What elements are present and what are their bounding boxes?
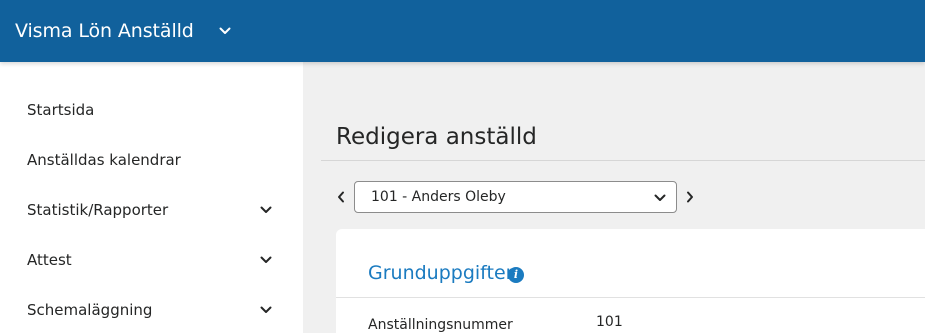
- chevron-down-icon[interactable]: [259, 303, 273, 317]
- field-value-anstallningsnummer: 101: [596, 314, 623, 330]
- chevron-down-icon: [653, 191, 667, 205]
- main-content: Redigera anställd 101 - Anders Oleby Gru…: [303, 62, 925, 333]
- app-title: Visma Lön Anställd: [15, 20, 194, 42]
- employee-select-value: 101 - Anders Oleby: [371, 189, 506, 205]
- sidebar-item-statistik-rapporter[interactable]: Statistik/Rapporter: [0, 185, 303, 235]
- page-title: Redigera anställd: [336, 124, 537, 150]
- app-switcher-chevron-down-icon[interactable]: [218, 24, 232, 38]
- chevron-down-icon[interactable]: [259, 203, 273, 217]
- sidebar-item-label: Startsida: [27, 101, 95, 119]
- sidebar-item-schemalaggning[interactable]: Schemaläggning: [0, 285, 303, 333]
- section-divider: [336, 297, 925, 298]
- previous-employee-chevron-left-icon[interactable]: [334, 188, 348, 206]
- chevron-down-icon[interactable]: [259, 253, 273, 267]
- sidebar-item-label: Anställdas kalendrar: [27, 151, 181, 169]
- employee-select[interactable]: 101 - Anders Oleby: [354, 181, 677, 213]
- top-header-bar: Visma Lön Anställd: [0, 0, 925, 62]
- sidebar-nav: Startsida Anställdas kalendrar Statistik…: [0, 62, 303, 333]
- sidebar-item-attest[interactable]: Attest: [0, 235, 303, 285]
- title-divider: [321, 160, 925, 161]
- sidebar-item-label: Attest: [27, 251, 72, 269]
- field-label-anstallningsnummer: Anställningsnummer: [368, 317, 513, 333]
- info-icon[interactable]: i: [508, 267, 524, 283]
- grunduppgifter-card: Grunduppgifter i Anställningsnummer 101: [336, 229, 925, 333]
- sidebar-item-startsida[interactable]: Startsida: [0, 85, 303, 135]
- sidebar-item-label: Statistik/Rapporter: [27, 201, 169, 219]
- sidebar-item-label: Schemaläggning: [27, 301, 153, 319]
- next-employee-chevron-right-icon[interactable]: [683, 188, 697, 206]
- section-title: Grunduppgifter: [368, 262, 514, 284]
- sidebar-item-anstalldas-kalendrar[interactable]: Anställdas kalendrar: [0, 135, 303, 185]
